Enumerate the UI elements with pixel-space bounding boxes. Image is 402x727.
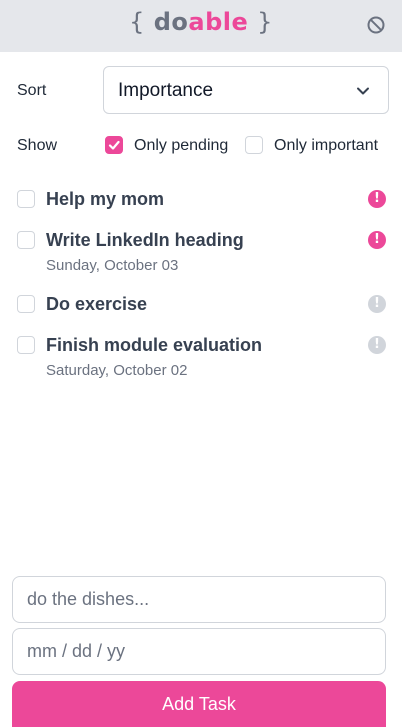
task-due-date: Saturday, October 02: [46, 362, 188, 379]
sort-select[interactable]: Importance: [103, 66, 389, 114]
important-icon[interactable]: !: [368, 190, 386, 208]
task-title: Do exercise: [46, 294, 148, 314]
app-header: { doable }: [0, 0, 402, 52]
task-checkbox[interactable]: [17, 190, 35, 208]
chevron-down-icon: [357, 87, 369, 95]
task-title-input[interactable]: [12, 576, 386, 623]
only-pending-checkbox[interactable]: [105, 136, 123, 154]
task-title: Write LinkedIn heading: [46, 230, 244, 250]
important-icon[interactable]: !: [368, 231, 386, 249]
show-label: Show: [17, 137, 58, 154]
only-important-label[interactable]: Only important: [274, 137, 378, 155]
logo-able: able: [188, 8, 249, 36]
logo-close-brace: }: [257, 8, 273, 36]
only-pending-label[interactable]: Only pending: [134, 137, 228, 155]
task-checkbox[interactable]: [17, 295, 35, 313]
add-task-button[interactable]: Add Task: [12, 681, 386, 727]
sort-select-value: Importance: [118, 80, 214, 101]
app-logo: { doable }: [0, 8, 402, 36]
due-date-input[interactable]: [12, 628, 386, 675]
task-title: Help my mom: [46, 189, 165, 209]
task-checkbox[interactable]: [17, 231, 35, 249]
logo-open-brace: {: [129, 8, 145, 36]
logo-do: do: [153, 8, 189, 36]
sort-label: Sort: [17, 82, 47, 99]
check-icon: [108, 140, 120, 150]
block-icon[interactable]: [366, 15, 386, 35]
task-due-date: Sunday, October 03: [46, 257, 179, 274]
task-title: Finish module evaluation: [46, 335, 263, 355]
important-icon[interactable]: !: [368, 295, 386, 313]
important-icon[interactable]: !: [368, 336, 386, 354]
task-checkbox[interactable]: [17, 336, 35, 354]
only-important-checkbox[interactable]: [245, 136, 263, 154]
